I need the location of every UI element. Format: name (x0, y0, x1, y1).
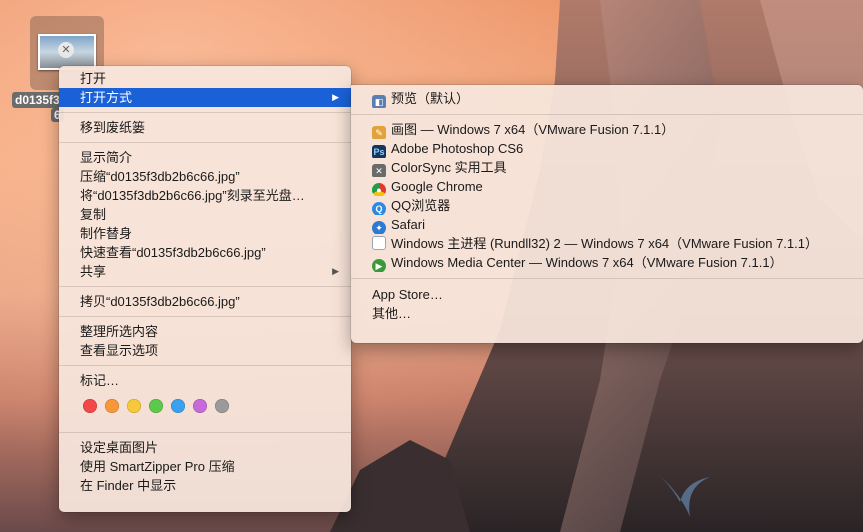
submenu-item-other[interactable]: 其他… (351, 304, 863, 323)
submenu-item-qq-browser[interactable]: Q QQ浏览器 (351, 196, 863, 215)
tag-green[interactable] (149, 399, 163, 413)
submenu-item-chrome[interactable]: ● Google Chrome (351, 177, 863, 196)
tag-orange[interactable] (105, 399, 119, 413)
separator (59, 432, 351, 433)
photoshop-icon: Ps (372, 145, 386, 158)
submenu-item-label: QQ浏览器 (391, 198, 451, 213)
menu-item-quick-look[interactable]: 快速查看“d0135f3db2b6c66.jpg” (59, 243, 351, 262)
separator (351, 114, 863, 115)
submenu-item-label: Safari (391, 217, 425, 232)
wing-logo-icon (655, 472, 710, 517)
menu-item-duplicate[interactable]: 复制 (59, 205, 351, 224)
paint-icon: ✎ (372, 126, 386, 139)
menu-item-show-in-finder[interactable]: 在 Finder 中显示 (59, 476, 351, 495)
submenu-item-photoshop[interactable]: Ps Adobe Photoshop CS6 (351, 139, 863, 158)
menu-item-label: 共享 (80, 264, 107, 279)
menu-item-open-with[interactable]: 打开方式 ▶ (59, 88, 351, 107)
document-icon (372, 236, 386, 250)
submenu-item-app-store[interactable]: App Store… (351, 285, 863, 304)
media-center-icon: ▶ (372, 259, 386, 272)
file-label[interactable]: d0135f3 (12, 92, 63, 108)
menu-item-get-info[interactable]: 显示简介 (59, 148, 351, 167)
menu-item-tags[interactable]: 标记… (59, 371, 351, 390)
menu-item-move-to-trash[interactable]: 移到废纸篓 (59, 118, 351, 137)
open-with-submenu: ◧ 预览（默认） ✎ 画图 — Windows 7 x64（VMware Fusio… (351, 85, 863, 343)
preview-icon: ◧ (372, 95, 386, 108)
menu-item-label: 打开方式 (80, 90, 133, 105)
separator (59, 316, 351, 317)
submenu-item-safari[interactable]: ✦ Safari (351, 215, 863, 234)
watermark (650, 458, 860, 528)
menu-item-smartzipper-compress[interactable]: 使用 SmartZipper Pro 压缩 (59, 457, 351, 476)
submenu-item-label: 预览（默认） (391, 91, 470, 106)
tag-red[interactable] (83, 399, 97, 413)
menu-item-open[interactable]: 打开 (59, 69, 351, 88)
submenu-item-media-center[interactable]: ▶ Windows Media Center — Windows 7 x64（VM… (351, 253, 863, 272)
submenu-item-label: Google Chrome (391, 179, 483, 194)
separator (59, 142, 351, 143)
submenu-item-label: Windows Media Center — Windows 7 x64（VMw… (391, 255, 783, 270)
menu-item-show-view-options[interactable]: 查看显示选项 (59, 341, 351, 360)
submenu-item-colorsync[interactable]: ✕ ColorSync 实用工具 (351, 158, 863, 177)
menu-item-copy[interactable]: 拷贝“d0135f3db2b6c66.jpg” (59, 292, 351, 311)
tag-yellow[interactable] (127, 399, 141, 413)
tag-gray[interactable] (215, 399, 229, 413)
menu-item-clean-up-selection[interactable]: 整理所选内容 (59, 322, 351, 341)
submenu-arrow-icon: ▶ (332, 266, 339, 276)
menu-item-burn[interactable]: 将“d0135f3db2b6c66.jpg”刻录至光盘… (59, 186, 351, 205)
chrome-icon: ● (372, 183, 386, 196)
submenu-item-paint[interactable]: ✎ 画图 — Windows 7 x64（VMware Fusion 7.1.1） (351, 120, 863, 139)
menu-item-set-desktop-picture[interactable]: 设定桌面图片 (59, 438, 351, 457)
context-menu: 打开 打开方式 ▶ 移到废纸篓 显示简介 压缩“d0135f3db2b6c66.… (59, 66, 351, 512)
tag-purple[interactable] (193, 399, 207, 413)
submenu-item-label: 画图 — Windows 7 x64（VMware Fusion 7.1.1） (391, 122, 675, 137)
close-badge-icon: ✕ (58, 42, 74, 58)
submenu-item-label: Windows 主进程 (Rundll32) 2 — Windows 7 x64… (391, 236, 818, 251)
submenu-item-preview[interactable]: ◧ 预览（默认） (351, 89, 863, 108)
menu-item-share[interactable]: 共享 ▶ (59, 262, 351, 281)
separator (59, 365, 351, 366)
menu-item-make-alias[interactable]: 制作替身 (59, 224, 351, 243)
submenu-item-rundll32[interactable]: Windows 主进程 (Rundll32) 2 — Windows 7 x64… (351, 234, 863, 253)
submenu-item-label: Adobe Photoshop CS6 (391, 141, 524, 156)
separator (59, 112, 351, 113)
submenu-arrow-icon: ▶ (332, 92, 339, 102)
tag-colors (59, 390, 351, 422)
safari-icon: ✦ (372, 221, 386, 234)
tag-blue[interactable] (171, 399, 185, 413)
separator (351, 278, 863, 279)
menu-item-compress[interactable]: 压缩“d0135f3db2b6c66.jpg” (59, 167, 351, 186)
qq-browser-icon: Q (372, 202, 386, 215)
colorsync-icon: ✕ (372, 164, 386, 177)
separator (59, 286, 351, 287)
submenu-item-label: ColorSync 实用工具 (391, 160, 507, 175)
